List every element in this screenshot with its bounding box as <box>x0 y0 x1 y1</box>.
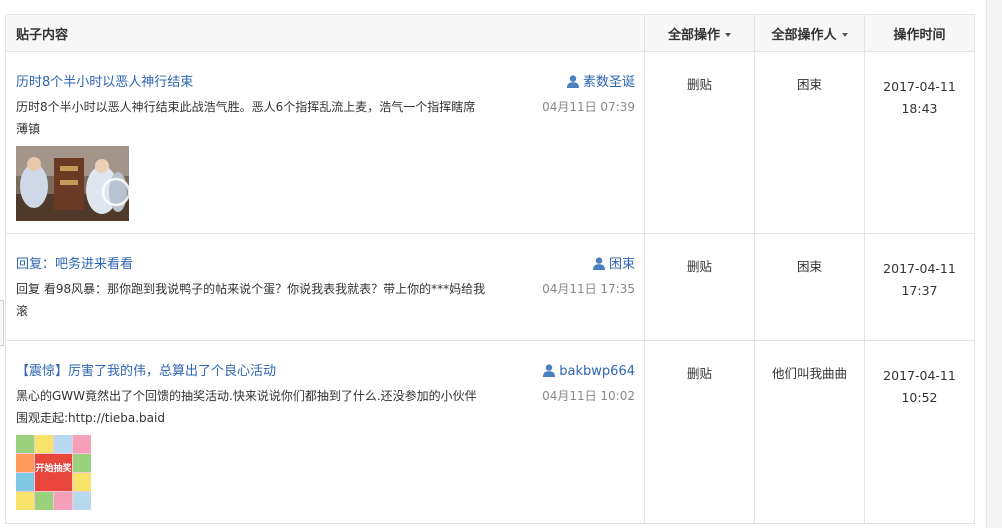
author-link[interactable]: 困束 <box>609 257 635 272</box>
table-row: 回复：吧务进来看看 困束 04月11日 17:35 回复 看98风暴：那你跑到我… <box>5 233 975 341</box>
table-row: 历时8个半小时以恶人神行结束 素数圣诞 04月11日 07:39 历时8个半小时… <box>5 51 975 234</box>
operation-clock: 18:43 <box>901 101 938 116</box>
operator-name: 他们叫我曲曲 <box>771 366 847 381</box>
post-thumbnail[interactable] <box>16 146 634 224</box>
operator-cell: 他们叫我曲曲 <box>754 340 865 524</box>
post-time: 04月11日 07:39 <box>542 100 635 114</box>
thumbnail-label: 开始抽奖 <box>35 462 72 474</box>
operator-name: 困束 <box>796 259 822 274</box>
header-operator-filter[interactable]: 全部操作人 <box>754 14 865 52</box>
operation-type: 删贴 <box>686 259 712 274</box>
post-body: 黑心的GWW竟然出了个回馈的抽奖活动.快来说说你们都抽到了什么.还没参加的小伙伴… <box>16 389 477 425</box>
operation-cell: 删贴 <box>644 340 755 524</box>
operation-time-cell: 2017-04-11 10:52 <box>864 340 975 524</box>
operator-name: 困束 <box>796 77 822 92</box>
header-content: 贴子内容 <box>5 14 645 52</box>
post-time: 04月11日 17:35 <box>542 282 635 296</box>
post-log-table: 贴子内容 全部操作 全部操作人 操作时间 历时8个半小时以恶人神行结束 素数圣诞 <box>5 14 975 524</box>
operator-cell: 困束 <box>754 233 865 341</box>
post-title-link[interactable]: 历时8个半小时以恶人神行结束 <box>16 74 486 92</box>
user-icon <box>566 75 579 94</box>
post-meta: 素数圣诞 04月11日 07:39 <box>542 74 635 116</box>
post-body: 历时8个半小时以恶人神行结束此战浩气胜。恶人6个指挥乱流上麦，浩气一个指挥瞎席薄… <box>16 100 476 136</box>
post-content-cell: 【震惊】厉害了我的伟，总算出了个良心活动 bakbwp664 04月11日 10… <box>5 340 645 524</box>
operator-cell: 困束 <box>754 51 865 234</box>
header-operation-filter[interactable]: 全部操作 <box>644 14 755 52</box>
operation-clock: 17:37 <box>901 283 938 298</box>
author-link[interactable]: 素数圣诞 <box>583 75 635 90</box>
operation-date: 2017-04-11 <box>883 368 956 383</box>
operation-type: 删贴 <box>686 77 712 92</box>
caret-down-icon <box>725 32 731 37</box>
operation-date: 2017-04-11 <box>883 261 956 276</box>
post-title-link[interactable]: 【震惊】厉害了我的伟，总算出了个良心活动 <box>16 363 486 381</box>
operation-cell: 删贴 <box>644 51 755 234</box>
left-collapse-tab[interactable] <box>0 300 4 346</box>
post-content-cell: 回复：吧务进来看看 困束 04月11日 17:35 回复 看98风暴：那你跑到我… <box>5 233 645 341</box>
operation-clock: 10:52 <box>901 390 938 405</box>
header-operation-label: 全部操作 <box>667 27 720 43</box>
operation-cell: 删贴 <box>644 233 755 341</box>
table-row: 【震惊】厉害了我的伟，总算出了个良心活动 bakbwp664 04月11日 10… <box>5 340 975 524</box>
operation-type: 删贴 <box>686 366 712 381</box>
caret-down-icon <box>841 32 848 37</box>
table-header-row: 贴子内容 全部操作 全部操作人 操作时间 <box>5 14 975 52</box>
post-content-cell: 历时8个半小时以恶人神行结束 素数圣诞 04月11日 07:39 历时8个半小时… <box>5 51 645 234</box>
post-time: 04月11日 10:02 <box>542 389 635 403</box>
user-icon <box>543 364 556 383</box>
operation-time-cell: 2017-04-11 18:43 <box>864 51 975 234</box>
operation-time-cell: 2017-04-11 17:37 <box>864 233 975 341</box>
header-operator-label: 全部操作人 <box>771 27 837 43</box>
post-meta: bakbwp664 04月11日 10:02 <box>542 363 635 405</box>
user-icon <box>592 257 605 276</box>
post-thumbnail[interactable]: 开始抽奖 <box>16 435 634 513</box>
post-title-link[interactable]: 回复：吧务进来看看 <box>16 256 486 274</box>
post-meta: 困束 04月11日 17:35 <box>542 256 635 298</box>
post-body: 回复 看98风暴：那你跑到我说鸭子的帖来说个蛋？你说我表我就表？带上你的***妈… <box>16 282 486 318</box>
header-time: 操作时间 <box>864 14 975 52</box>
author-link[interactable]: bakbwp664 <box>559 364 635 379</box>
operation-date: 2017-04-11 <box>883 79 956 94</box>
page-scrollbar[interactable] <box>986 0 1002 528</box>
